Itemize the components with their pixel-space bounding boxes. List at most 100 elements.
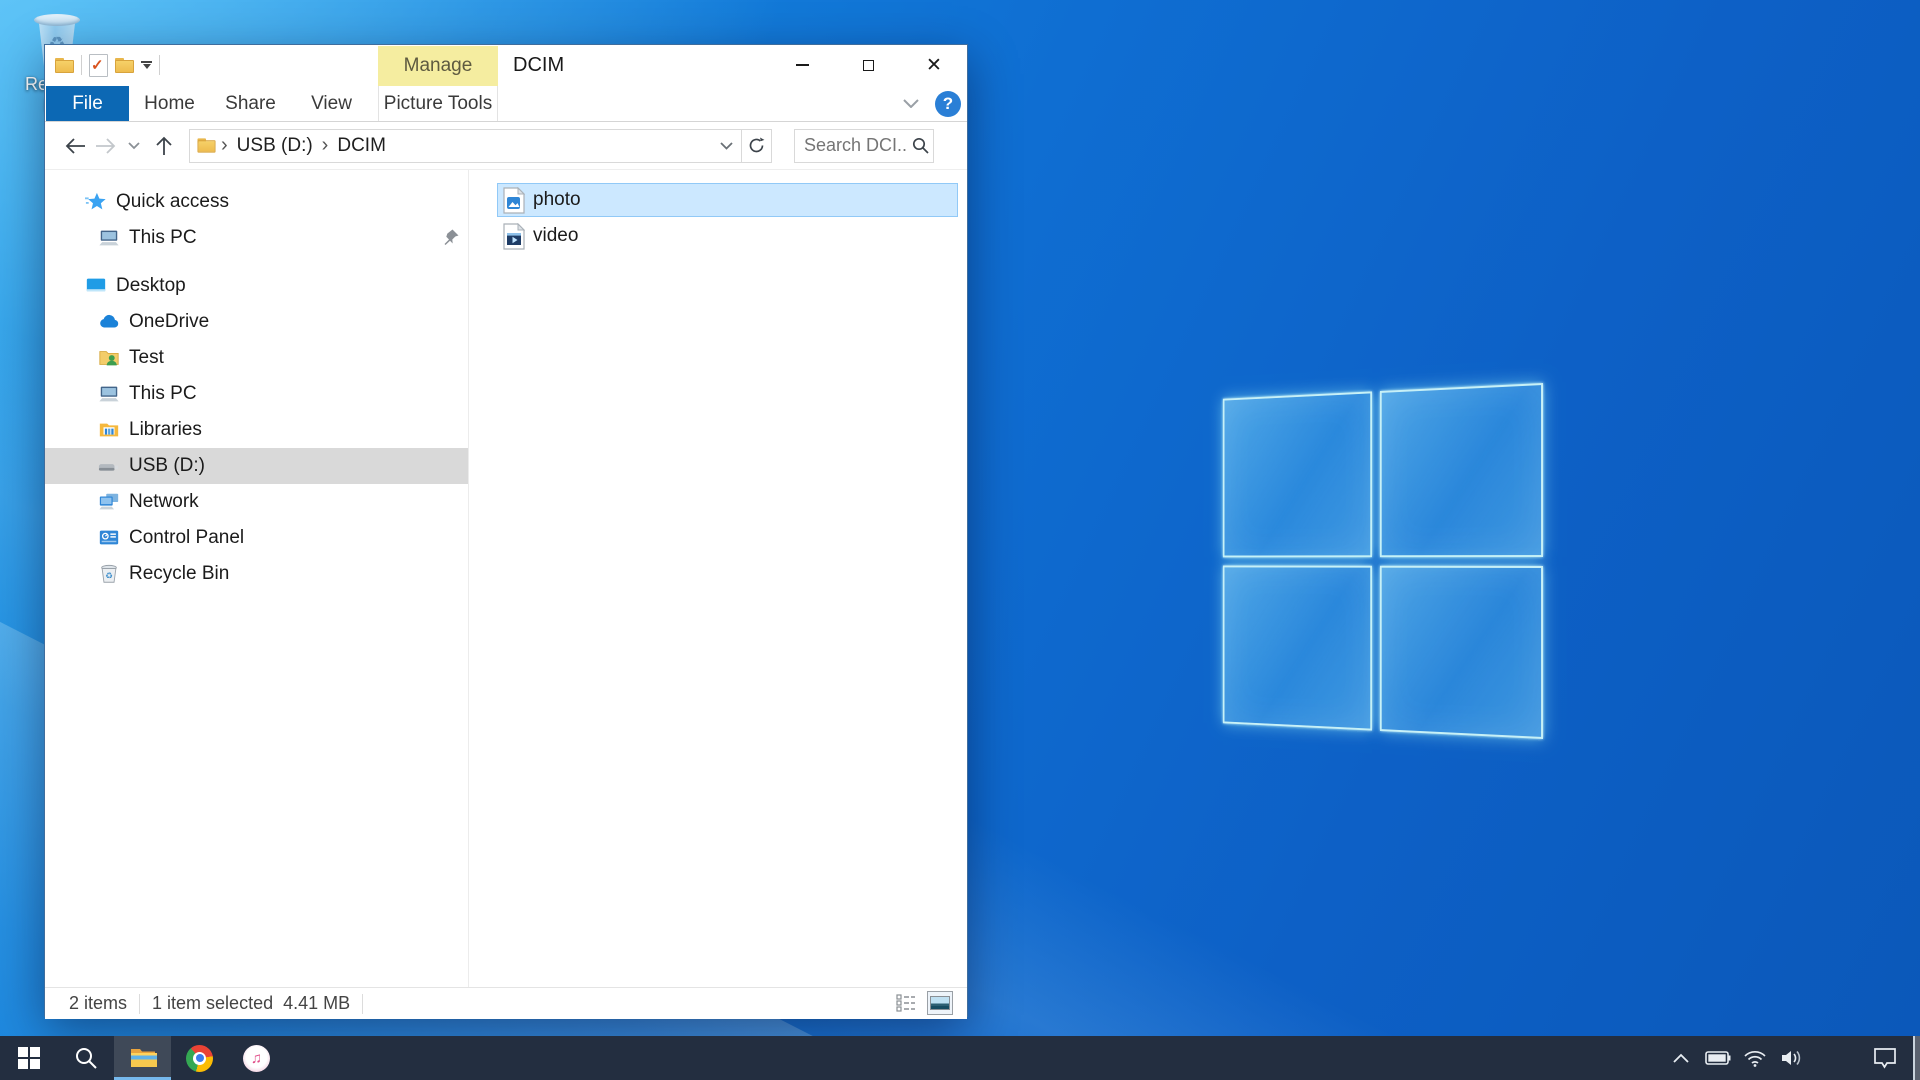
contextual-tab-group-manage[interactable]: Manage xyxy=(378,46,498,86)
tab-picture-tools[interactable]: Picture Tools xyxy=(378,86,498,121)
libraries-icon xyxy=(98,419,120,441)
sidebar-item-label: Recycle Bin xyxy=(129,563,229,585)
file-row-video[interactable]: video xyxy=(497,219,958,253)
taskbar-itunes-button[interactable]: ♫ xyxy=(228,1036,285,1080)
sidebar-item-quick-access[interactable]: Quick access xyxy=(45,184,468,220)
file-row-photo[interactable]: photo xyxy=(497,183,958,217)
selection-size: 4.41 MB xyxy=(283,993,350,1014)
sidebar-item-label: This PC xyxy=(129,383,197,405)
window-title: DCIM xyxy=(513,54,564,77)
sidebar-item-this-pc[interactable]: This PC xyxy=(45,376,468,412)
desktop-icon xyxy=(85,275,107,297)
maximize-icon xyxy=(863,60,874,71)
windows-logo-pane xyxy=(1223,391,1372,556)
tab-home[interactable]: Home xyxy=(129,86,210,121)
sidebar-item-label: Control Panel xyxy=(129,527,244,549)
show-desktop-button[interactable] xyxy=(1913,1036,1920,1080)
itunes-icon: ♫ xyxy=(243,1045,270,1072)
tray-chevron-icon[interactable] xyxy=(1662,1036,1699,1080)
file-name: photo xyxy=(533,189,581,211)
sidebar-item-label: Test xyxy=(129,347,164,369)
wifi-icon[interactable] xyxy=(1736,1036,1773,1080)
sidebar-item-label: Libraries xyxy=(129,419,202,441)
sidebar-item-this-pc-pinned[interactable]: This PC xyxy=(45,220,468,256)
recycle-bin-icon: ♻ xyxy=(98,563,120,585)
sidebar-item-label: Network xyxy=(129,491,199,513)
battery-icon[interactable] xyxy=(1699,1036,1736,1080)
search-icon[interactable] xyxy=(907,137,933,154)
breadcrumb-usb[interactable]: USB (D:) xyxy=(233,135,317,157)
taskbar-file-explorer-button[interactable] xyxy=(114,1036,171,1080)
volume-icon[interactable] xyxy=(1773,1036,1810,1080)
details-view-button[interactable] xyxy=(893,991,919,1015)
up-button[interactable] xyxy=(147,136,181,156)
onedrive-cloud-icon xyxy=(98,311,120,333)
breadcrumb-dcim[interactable]: DCIM xyxy=(333,135,390,157)
sidebar-item-desktop[interactable]: Desktop xyxy=(45,268,468,304)
window-controls: ✕ xyxy=(769,45,967,85)
refresh-button[interactable] xyxy=(742,129,772,163)
sidebar-item-recycle-bin[interactable]: ♻ Recycle Bin xyxy=(45,556,468,592)
address-dropdown-chevron-icon[interactable] xyxy=(711,142,741,150)
windows-logo-pane xyxy=(1223,565,1372,730)
search-input[interactable] xyxy=(795,135,907,156)
crumb-separator: › xyxy=(317,134,334,157)
windows-logo-pane xyxy=(1379,383,1543,557)
sidebar-item-libraries[interactable]: Libraries xyxy=(45,412,468,448)
folder-icon[interactable] xyxy=(115,58,134,73)
start-button[interactable] xyxy=(0,1036,57,1080)
image-file-icon xyxy=(503,187,525,213)
search-icon xyxy=(74,1046,98,1070)
recent-locations-chevron-icon[interactable] xyxy=(121,142,147,150)
help-button[interactable]: ? xyxy=(935,91,961,117)
folder-icon xyxy=(197,138,215,152)
tab-view[interactable]: View xyxy=(291,86,372,121)
thumbnail-view-icon xyxy=(930,996,950,1010)
quick-access-star-icon xyxy=(85,191,107,213)
computer-icon xyxy=(98,383,120,405)
file-explorer-icon xyxy=(129,1046,157,1070)
back-button[interactable] xyxy=(59,137,91,155)
sidebar-item-label: Quick access xyxy=(116,191,229,213)
sidebar-item-network[interactable]: Network xyxy=(45,484,468,520)
items-count: 2 items xyxy=(69,993,127,1014)
sidebar-item-label: USB (D:) xyxy=(129,455,205,477)
forward-button[interactable] xyxy=(91,137,121,155)
close-button[interactable]: ✕ xyxy=(901,45,967,85)
crumb-separator: › xyxy=(216,134,233,157)
large-icons-view-button[interactable] xyxy=(927,991,953,1015)
chrome-icon xyxy=(186,1045,213,1072)
selection-count: 1 item selected xyxy=(152,993,273,1014)
tab-file[interactable]: File xyxy=(46,86,129,121)
video-file-icon xyxy=(503,223,525,249)
action-center-icon[interactable] xyxy=(1866,1036,1903,1080)
windows-logo-pane xyxy=(1379,565,1543,739)
quick-access-toolbar xyxy=(55,51,160,79)
tab-share[interactable]: Share xyxy=(210,86,291,121)
file-explorer-window: Manage DCIM ✕ File Home Share View Pictu… xyxy=(44,44,968,1017)
title-bar[interactable]: Manage DCIM ✕ xyxy=(45,45,967,86)
file-name: video xyxy=(533,225,578,247)
address-bar-row: › USB (D:) › DCIM xyxy=(45,122,967,170)
checkmark-document-icon[interactable] xyxy=(89,54,108,77)
search-box[interactable] xyxy=(794,129,934,163)
sidebar-item-label: OneDrive xyxy=(129,311,209,333)
taskbar-search-button[interactable] xyxy=(57,1036,114,1080)
folder-icon[interactable] xyxy=(55,58,74,73)
minimize-button[interactable] xyxy=(769,45,835,85)
user-folder-icon xyxy=(98,347,120,369)
maximize-button[interactable] xyxy=(835,45,901,85)
sidebar-item-test[interactable]: Test xyxy=(45,340,468,376)
customize-toolbar-chevron[interactable] xyxy=(141,61,152,69)
address-bar[interactable]: › USB (D:) › DCIM xyxy=(189,129,742,163)
collapse-ribbon-chevron-icon[interactable] xyxy=(903,99,919,108)
taskbar-chrome-button[interactable] xyxy=(171,1036,228,1080)
navigation-pane: Quick access This PC Desktop xyxy=(45,170,469,987)
desktop: ♻ Recycle Bin Manage DCIM ✕ xyxy=(0,0,1920,1080)
sidebar-item-onedrive[interactable]: OneDrive xyxy=(45,304,468,340)
file-list: photo video xyxy=(497,183,958,255)
system-tray xyxy=(1662,1036,1920,1080)
sidebar-item-control-panel[interactable]: Control Panel xyxy=(45,520,468,556)
control-panel-icon xyxy=(98,527,120,549)
sidebar-item-usb-d[interactable]: USB (D:) xyxy=(45,448,468,484)
